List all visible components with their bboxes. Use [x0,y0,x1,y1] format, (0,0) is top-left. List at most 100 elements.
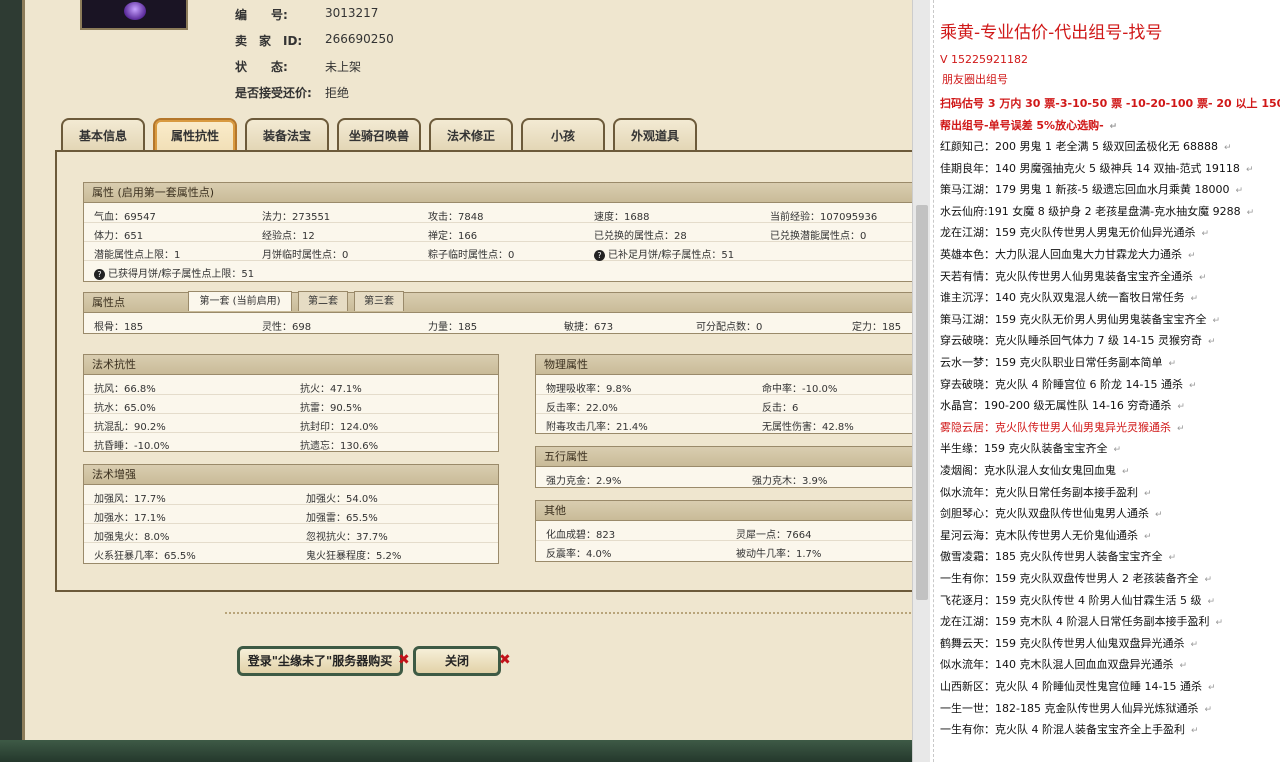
stat-hp: 气血：69547 [94,212,156,223]
element-value: 强力克木：3.9% [752,476,828,487]
buy-on-server-button[interactable]: 登录"尘缘未了"服务器购买 [237,646,403,676]
tab-points-set3[interactable]: 第三套 [354,291,404,311]
return-mark-icon: ↵ [1204,575,1213,585]
tab-equipment[interactable]: 装备法宝 [245,118,329,152]
stat-filled-points: ? 已补足月饼/粽子属性点：51 [594,246,734,261]
return-mark-icon: ↵ [1201,229,1210,240]
stat-potential-cap: 潜能属性点上限：1 [94,250,181,261]
note-text: 天若有情：克火队传世男人仙男鬼装备宝宝齐全通杀 [940,269,1193,283]
table-row: 根骨：185 灵性：698 力量：185 敏捷：673 可分配点数：0 定力：1… [84,314,912,333]
table-row: 抗风：66.8% 抗火：47.1% [84,376,498,395]
note-text: 剑胆琴心：克火队双盘队传世仙鬼男人通杀 [940,507,1149,521]
enhance-value: 加强火：54.0% [306,494,378,505]
note-line: 一生有你：克火队 4 阶混人装备宝宝齐全上手盈利 ↵ [940,721,1199,737]
note-text: 穿云破晓：克火队睡杀回气体力 7 级 14-15 灵猴穷奇 [940,334,1202,348]
attribute-points-box: 属性点 第一套 (当前启用) 第二套 第三套 根骨：185 灵性：698 力量：… [83,291,912,334]
tab-children[interactable]: 小孩 [521,118,605,152]
table-row: 加强风：17.7% 加强火：54.0% [84,486,498,505]
return-mark-icon: ↵ [1191,726,1199,737]
trade-detail-window: 编 号: 3013217 卖 家 ID: 266690250 状 态: 未上架 是否接… [22,0,912,740]
resist-value: 抗雷：90.5% [300,403,362,414]
table-row: 反击率：22.0% 反击：6 [536,395,912,414]
note-text: 水云仙府:191 女魔 8 级护身 2 老孩星盘满-克水抽女魔 9288 [940,204,1241,218]
enhance-value: 加强鬼火：8.0% [94,532,170,543]
physical-box: 物理属性 物理吸收率：9.8% 命中率：-10.0% 反击率：22.0% 反击：6 … [535,354,912,434]
note-line: V 15225921182 [940,53,1028,66]
element-value: 强力克金：2.9% [546,476,622,487]
points-unallocated: 可分配点数：0 [696,322,763,333]
spell-resist-box: 法术抗性 抗风：66.8% 抗火：47.1% 抗水：65.0% 抗雷：90.5% 抗… [83,354,499,452]
table-row: 潜能属性点上限：1 月饼临时属性点：0 粽子临时属性点：0 ? 已补足月饼/粽子属… [84,242,912,261]
return-mark-icon: ↵ [1190,639,1199,650]
scrollbar-thumb[interactable] [916,205,928,600]
note-text: 帮出组号-单号误差 5%放心选购- [940,119,1104,132]
resist-value: 抗昏睡：-10.0% [94,441,170,452]
note-line: 龙在江湖：159 克火队传世男人男鬼无价仙异光通杀 ↵ [940,224,1209,240]
info-label: 状 态: [235,60,288,74]
five-elements-box: 五行属性 强力克金：2.9% 强力克木：3.9% [535,446,912,488]
resist-value: 抗水：65.0% [94,403,156,414]
five-elements-title: 五行属性 [536,447,912,467]
other-value: 反震率：4.0% [546,549,612,560]
note-text: 一生有你：159 克火队双盘传世男人 2 老孩装备齐全 [940,572,1199,585]
other-value: 化血成碧：823 [546,530,616,541]
stat-stamina: 体力：651 [94,231,144,242]
note-line: 朋友圈出组号 [942,71,1008,87]
tab-attributes[interactable]: 属性抗性 [153,118,237,152]
help-icon[interactable]: ? [594,250,605,261]
note-text: 一生有你：克火队 4 阶混人装备宝宝齐全上手盈利 [940,723,1185,737]
tab-points-set1[interactable]: 第一套 (当前启用) [188,291,292,311]
table-row: 气血：69547 法力：273551 攻击：7848 速度：1688 当前经验：… [84,204,912,223]
table-row: 化血成碧：823 灵犀一点：7664 [536,522,912,541]
spell-enhance-title: 法术增强 [84,465,498,485]
table-row: ? 已获得月饼/粽子属性点上限：51 [84,261,912,280]
scrollbar[interactable] [912,0,930,762]
note-line: 穿去破晓：克火队 4 阶睡宫位 6 阶龙 14-15 通杀 ↵ [940,376,1197,392]
note-text: 谁主沉浮：140 克火队双鬼混人统一畜牧日常任务 [940,291,1185,305]
physical-value: 附毒攻击几率：21.4% [546,422,648,433]
note-line: 一生有你：159 克火队双盘传世男人 2 老孩装备齐全 ↵ [940,570,1212,586]
table-row: 加强水：17.1% 加强雷：65.5% [84,505,498,524]
return-mark-icon: ↵ [1188,380,1197,391]
tab-spell-mods[interactable]: 法术修正 [429,118,513,152]
attribute-points-title-text: 属性点 [92,296,125,309]
tab-basic-info[interactable]: 基本信息 [61,118,145,152]
return-mark-icon: ↵ [1235,186,1243,197]
tab-mounts-summons[interactable]: 坐骑召唤兽 [337,118,421,152]
table-row: 体力：651 经验点：12 禅定：166 已兑换的属性点：28 已兑换潜能属性点… [84,223,912,242]
note-line: 山西新区：克火队 4 阶睡仙灵性鬼宫位睡 14-15 通杀 ↵ [940,678,1216,694]
note-line: 飞花逐月：159 克火队传世 4 阶男人仙甘霖生活 5 级 ↵ [940,592,1215,608]
note-text: 朋友圈出组号 [942,73,1008,86]
note-text: 鹤舞云天：159 克火队传世男人仙鬼双盘异光通杀 [940,636,1185,650]
resist-value: 抗混乱：90.2% [94,422,166,433]
tab-points-set2[interactable]: 第二套 [298,291,348,311]
resist-value: 抗封印：124.0% [300,422,379,433]
stat-zongzi-temp: 粽子临时属性点：0 [428,250,515,261]
note-line: 半生缘：159 克火队装备宝宝齐全 ↵ [940,440,1121,456]
note-line: 雾隐云居：克火队传世男人仙男鬼异光灵猴通杀 ↵ [940,419,1185,435]
attribute-box: 属性 (启用第一套属性点) 气血：69547 法力：273551 攻击：7848… [83,182,912,282]
tab-appearance[interactable]: 外观道具 [613,118,697,152]
note-line: 水晶宫：190-200 级无属性队 14-16 穷奇通杀 ↵ [940,397,1185,413]
stat-filled-points-label: 已补足月饼/粽子属性点：51 [608,250,735,261]
attribute-box-title: 属性 (启用第一套属性点) [84,183,912,203]
notes-document: 乘黄-专业估价-代出组号-找号 V 15225921182 朋友圈出组号 扫码估号 3… [930,0,1280,762]
return-mark-icon: ↵ [1207,683,1216,693]
physical-value: 物理吸收率：9.8% [546,384,632,395]
stat-attack: 攻击：7848 [428,212,484,223]
return-mark-icon: ↵ [1109,122,1118,132]
help-icon[interactable]: ? [94,269,105,280]
stat-obtained-cap-label: 已获得月饼/粽子属性点上限：51 [108,269,255,280]
points-strength: 力量：185 [428,322,478,333]
other-box: 其他 化血成碧：823 灵犀一点：7664 反震率：4.0% 被动牛几率：1.7% [535,500,912,562]
note-line: 一生一世：182-185 克金队传世男人仙异光炼狱通杀 ↵ [940,700,1212,716]
close-button[interactable]: 关闭 [413,646,501,676]
return-mark-icon: ↵ [1212,315,1221,326]
note-line: 红颜知己：200 男鬼 1 老全满 5 级双回孟极化无 68888 ↵ [940,138,1232,154]
stat-exchanged-potential: 已兑换潜能属性点：0 [770,231,867,242]
return-mark-icon: ↵ [1177,402,1185,413]
other-value: 灵犀一点：7664 [736,530,812,541]
enhance-value: 加强风：17.7% [94,494,166,505]
note-text: 英雄本色：大力队混人回血鬼大力甘霖龙大力通杀 [940,248,1182,261]
table-row: 加强鬼火：8.0% 忽视抗火：37.7% [84,524,498,543]
